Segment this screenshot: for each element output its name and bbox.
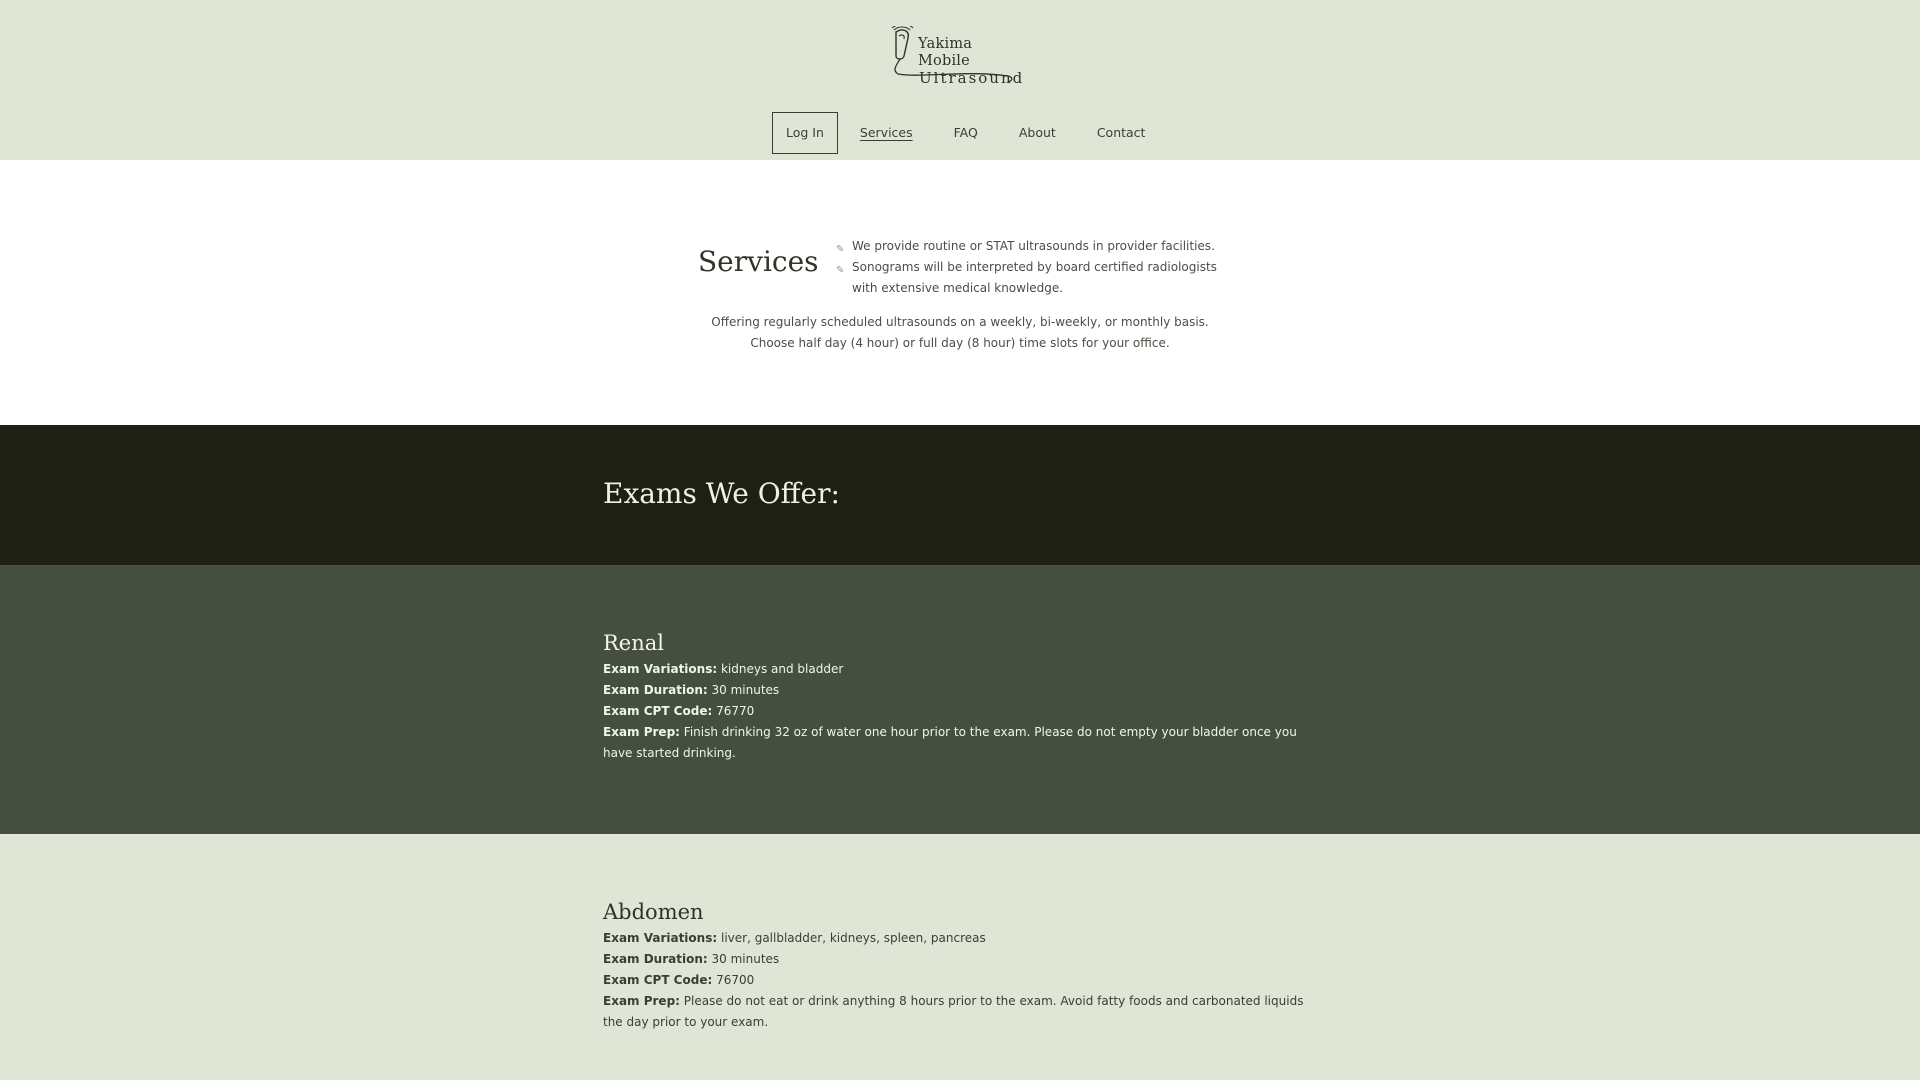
exam-details: Abdomen Exam Variations: liver, gallblad… xyxy=(603,900,1323,1033)
exam-cpt-label: Exam CPT Code: xyxy=(603,973,713,987)
pen-nib-icon: ✎ xyxy=(836,265,845,276)
exam-prep-value: Finish drinking 32 oz of water one hour … xyxy=(603,725,1297,760)
nav-login-button[interactable]: Log In xyxy=(772,112,838,154)
exam-duration-label: Exam Duration: xyxy=(603,683,708,697)
exam-prep: Exam Prep: Finish drinking 32 oz of wate… xyxy=(603,722,1323,764)
exams-heading-band: Exams We Offer: xyxy=(0,425,1920,565)
bullet-text: Sonograms will be interpreted by board c… xyxy=(852,260,1217,295)
exam-prep: Exam Prep: Please do not eat or drink an… xyxy=(603,991,1323,1033)
nav-link-contact[interactable]: Contact xyxy=(1097,112,1146,154)
exam-cpt-value: 76700 xyxy=(716,973,755,987)
exam-section-renal: Renal Exam Variations: kidneys and bladd… xyxy=(0,565,1920,834)
nav-link-services[interactable]: Services xyxy=(860,112,913,154)
description-line-1: Offering regularly scheduled ultrasounds… xyxy=(711,315,1209,329)
exam-variations-value: kidneys and bladder xyxy=(720,662,844,676)
exam-title: Renal xyxy=(603,631,665,655)
services-bullet-list: ✎ We provide routine or STAT ultrasounds… xyxy=(836,236,1236,299)
list-item: ✎ Sonograms will be interpreted by board… xyxy=(836,257,1236,299)
exam-details: Renal Exam Variations: kidneys and bladd… xyxy=(603,631,1323,764)
page-title: Services xyxy=(698,245,819,278)
exam-duration-label: Exam Duration: xyxy=(603,952,708,966)
exam-prep-label: Exam Prep: xyxy=(603,994,680,1008)
exam-title: Abdomen xyxy=(603,900,704,924)
nav-link-about[interactable]: About xyxy=(1019,112,1056,154)
exam-variations-label: Exam Variations: xyxy=(603,662,718,676)
main-nav: Log In Services FAQ About Contact xyxy=(772,112,1186,154)
logo-line-1: Yakima Mobile xyxy=(918,36,973,69)
exam-prep-label: Exam Prep: xyxy=(603,725,680,739)
list-item: ✎ We provide routine or STAT ultrasounds… xyxy=(836,236,1236,257)
site-logo[interactable]: Yakima Mobile Ultrasound xyxy=(888,26,1022,87)
exam-duration: Exam Duration: 30 minutes xyxy=(603,949,1323,970)
bullet-text: We provide routine or STAT ultrasounds i… xyxy=(852,239,1215,253)
exam-prep-value: Please do not eat or drink anything 8 ho… xyxy=(603,994,1304,1029)
exam-cpt-code: Exam CPT Code: 76770 xyxy=(603,701,1323,722)
exam-duration-value: 30 minutes xyxy=(711,952,780,966)
exam-variations: Exam Variations: kidneys and bladder xyxy=(603,659,1323,680)
exam-duration-value: 30 minutes xyxy=(711,683,780,697)
services-description: Offering regularly scheduled ultrasounds… xyxy=(0,312,1920,354)
exam-variations-value: liver, gallbladder, kidneys, spleen, pan… xyxy=(720,931,986,945)
description-line-2: Choose half day (4 hour) or full day (8 … xyxy=(750,336,1170,350)
exam-duration: Exam Duration: 30 minutes xyxy=(603,680,1323,701)
site-header: Yakima Mobile Ultrasound Log In Services… xyxy=(0,0,1920,160)
logo-text: Yakima Mobile Ultrasound xyxy=(918,36,1024,87)
exam-cpt-code: Exam CPT Code: 76700 xyxy=(603,970,1323,991)
services-intro: Services ✎ We provide routine or STAT ul… xyxy=(0,160,1920,425)
exam-cpt-label: Exam CPT Code: xyxy=(603,704,713,718)
exam-section-abdomen: Abdomen Exam Variations: liver, gallblad… xyxy=(0,834,1920,1080)
logo-line-2: Ultrasound xyxy=(919,69,1025,87)
exam-cpt-value: 76770 xyxy=(716,704,755,718)
exams-heading: Exams We Offer: xyxy=(603,477,840,510)
exam-variations-label: Exam Variations: xyxy=(603,931,718,945)
nav-link-faq[interactable]: FAQ xyxy=(954,112,978,154)
exam-variations: Exam Variations: liver, gallbladder, kid… xyxy=(603,928,1323,949)
